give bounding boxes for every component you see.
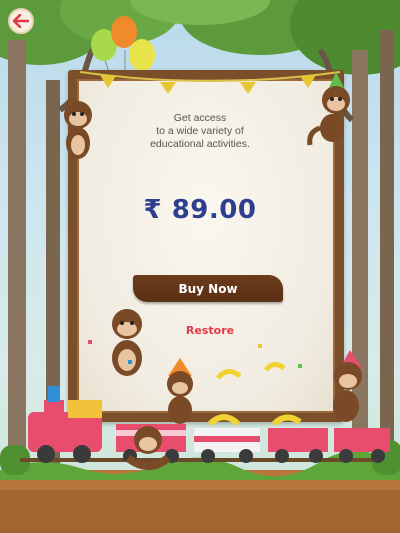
monkey-illustration — [307, 72, 350, 146]
price-label: ₹ 89.00 — [143, 195, 257, 225]
confetti-decoration — [88, 340, 302, 380]
back-button[interactable] — [8, 8, 34, 34]
monkey-illustration — [125, 426, 171, 470]
back-arrow-icon — [13, 14, 29, 28]
buy-now-button[interactable]: Buy Now — [133, 275, 283, 302]
monkey-illustration — [64, 101, 92, 159]
jungle-scene: Get access to a wide variety of educatio… — [0, 0, 400, 533]
